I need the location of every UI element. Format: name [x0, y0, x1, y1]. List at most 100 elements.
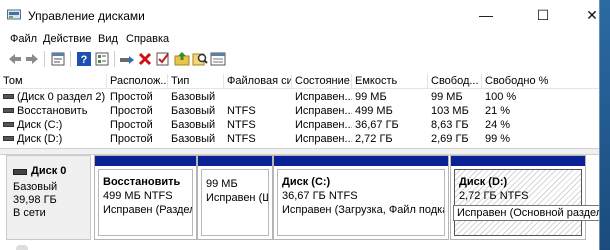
table-cell: Исправен... [292, 105, 352, 118]
title-bar[interactable]: Управление дисками — ☐ ✕ [0, 0, 599, 30]
minimize-button[interactable]: — [463, 0, 509, 30]
partition-c[interactable]: Диск (C:) 36,67 ГБ NTFS Исправен (Загруз… [273, 155, 449, 240]
menu-bar: Файл Действие Вид Справка [0, 30, 599, 48]
table-cell: Простой [107, 133, 168, 146]
connect-icon[interactable] [119, 51, 135, 67]
cell-text: Восстановить [17, 105, 88, 117]
cell-text: Исправен... [295, 133, 352, 145]
cell-text: 499 МБ [355, 105, 393, 117]
table-cell: 24 % [482, 119, 599, 132]
cell-text: Базовый [171, 133, 216, 145]
cell-text: 8,63 ГБ [431, 119, 469, 131]
cell-text: Базовый [171, 91, 216, 103]
disk-name: Диск 0 [31, 165, 67, 177]
table-cell: 99 МБ [352, 91, 428, 104]
table-row[interactable]: Диск (D:) Простой Базовый NTFS Исправен... 2,… [0, 133, 599, 146]
pane-splitter[interactable] [0, 148, 599, 155]
table-cell: NTFS [224, 119, 292, 132]
table-cell: Простой [107, 91, 168, 104]
table-cell: Простой [107, 105, 168, 118]
partition-tooltip: Исправен (Основной раздел) [453, 205, 599, 221]
table-cell: 2,72 ГБ [352, 133, 428, 146]
disk-graphical-view: Диск 0 Базовый 39,98 ГБ В сети Восстанов… [0, 155, 599, 250]
table-row[interactable]: Восстановить Простой Базовый NTFS Исправен..… [0, 105, 599, 118]
forward-icon[interactable] [24, 51, 40, 67]
cell-text: Базовый [171, 119, 216, 131]
disk-0-label[interactable]: Диск 0 Базовый 39,98 ГБ В сети [6, 155, 91, 240]
column-header-free[interactable]: Свобод... [428, 74, 482, 89]
table-row[interactable]: Диск (C:) Простой Базовый NTFS Исправен... 36… [0, 119, 599, 132]
column-header-status[interactable]: Состояние [292, 74, 352, 89]
table-cell: 21 % [482, 105, 599, 118]
table-cell: Исправен... [292, 119, 352, 132]
partition-title: Диск (C:) [282, 176, 331, 188]
disk-size: 39,98 ГБ [13, 194, 57, 206]
toolbar-separator [114, 51, 115, 67]
cell-text: Простой [110, 91, 153, 103]
delete-icon[interactable] [137, 51, 153, 67]
cell-text: 21 % [485, 105, 511, 117]
volume-icon [3, 93, 14, 99]
table-cell: 499 МБ [352, 105, 428, 118]
column-header-filesystem[interactable]: Файловая сист... [224, 74, 292, 89]
folder-up-icon[interactable] [174, 51, 190, 67]
partition-body: Диск (D:) 2,72 ГБ NTFS [454, 169, 582, 236]
toolbar-separator [70, 51, 71, 67]
column-header-volume[interactable]: Том [0, 74, 107, 89]
table-cell: NTFS [224, 133, 292, 146]
table-cell: Базовый [168, 91, 224, 104]
column-header-free-percent[interactable]: Свободно % [482, 74, 599, 89]
table-cell: Диск (C:) [0, 119, 107, 132]
partition-bar [274, 156, 448, 166]
table-cell: (Диск 0 раздел 2) [0, 91, 107, 104]
cell-text: NTFS [227, 119, 256, 131]
volume-list: Том Располож... Тип Файловая сист... Сос… [0, 74, 599, 146]
partition-title: Восстановить [103, 176, 181, 188]
table-row[interactable]: (Диск 0 раздел 2) Простой Базовый Исправен.… [0, 91, 599, 104]
volume-list-header: Том Располож... Тип Файловая сист... Сос… [0, 74, 599, 89]
table-cell: 99 % [482, 133, 599, 146]
partition-bar [95, 156, 196, 166]
search-icon[interactable] [192, 51, 208, 67]
menu-action[interactable]: Действие [43, 33, 91, 45]
partition-body: 99 МБ Исправен (Ши [201, 169, 269, 236]
table-cell: Диск (D:) [0, 133, 107, 146]
disk-icon [13, 169, 27, 175]
cell-text: Простой [110, 105, 153, 117]
view-icon[interactable] [210, 51, 226, 67]
column-header-capacity[interactable]: Емкость [352, 74, 428, 89]
cell-text: NTFS [227, 133, 256, 145]
cell-text: Исправен... [295, 91, 352, 103]
cell-text: 99 % [485, 133, 511, 145]
column-header-type[interactable]: Тип [168, 74, 224, 89]
column-header-layout[interactable]: Располож... [107, 74, 168, 89]
partition-recovery[interactable]: Восстановить 499 МБ NTFS Исправен (Разде… [94, 155, 197, 240]
cell-text: Простой [110, 119, 153, 131]
partition-efi[interactable]: 99 МБ Исправен (Ши [197, 155, 273, 240]
properties-list-icon[interactable] [94, 51, 110, 67]
properties-icon[interactable] [50, 51, 66, 67]
menu-view[interactable]: Вид [98, 33, 118, 45]
cell-text: 100 % [485, 91, 517, 103]
partition-d[interactable]: Диск (D:) 2,72 ГБ NTFS [450, 155, 586, 240]
partition-size: 2,72 ГБ NTFS [459, 190, 529, 202]
toolbar-separator [44, 51, 45, 67]
maximize-button[interactable]: ☐ [520, 0, 566, 30]
scroll-indicator[interactable] [16, 245, 28, 250]
cell-text: Диск (C:) [17, 119, 63, 131]
table-cell: Восстановить [0, 105, 107, 118]
table-cell: 8,63 ГБ [428, 119, 482, 132]
cell-text: Диск (D:) [17, 133, 63, 145]
close-button[interactable]: ✕ [569, 0, 599, 30]
menu-help[interactable]: Справка [126, 33, 169, 45]
cell-text: Простой [110, 133, 153, 145]
cell-text: 103 МБ [431, 105, 469, 117]
back-icon[interactable] [7, 51, 23, 67]
help-icon[interactable]: ? [76, 51, 92, 67]
check-icon[interactable] [155, 51, 171, 67]
table-cell: Базовый [168, 119, 224, 132]
cell-text: Исправен... [295, 119, 352, 131]
menu-file[interactable]: Файл [10, 33, 37, 45]
partition-size: 99 МБ [206, 178, 238, 190]
table-cell: 99 МБ [428, 91, 482, 104]
